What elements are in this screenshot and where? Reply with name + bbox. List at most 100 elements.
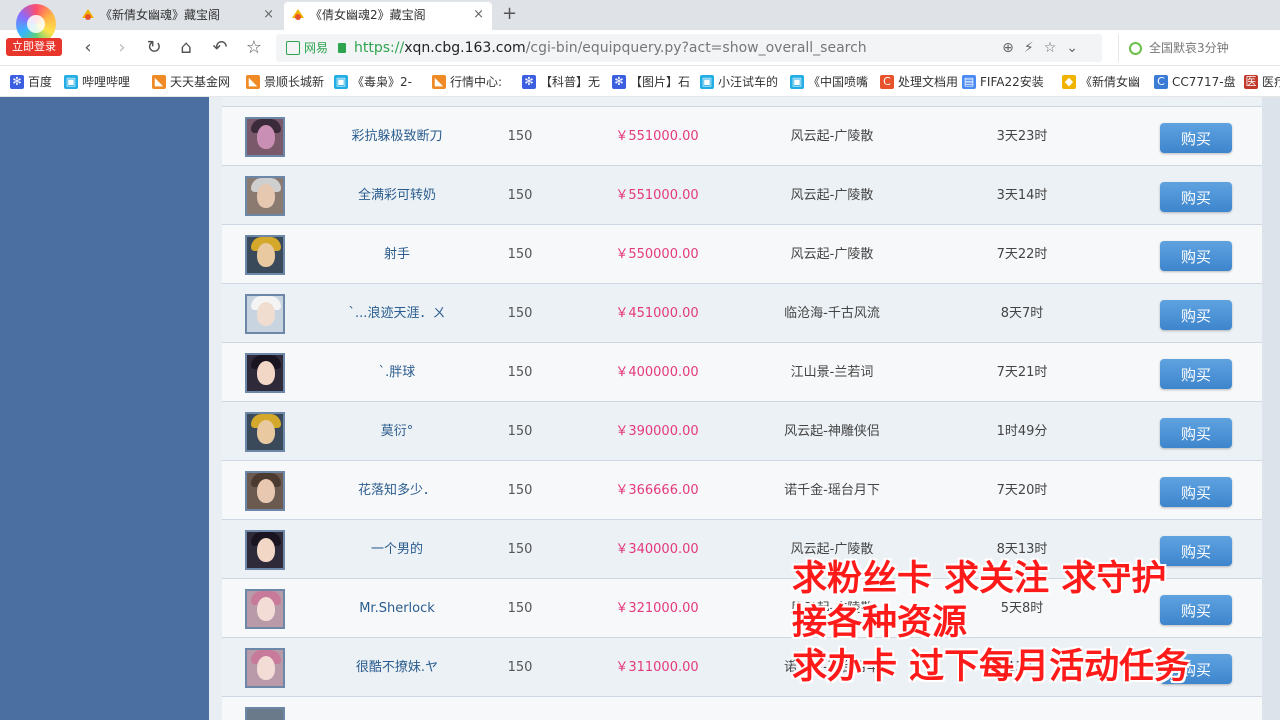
fund-icon: ◣ (246, 75, 260, 89)
server-name: 风云起-广陵散 (790, 129, 874, 144)
baidu-paw-icon: ✻ (10, 75, 24, 89)
overlay-line-1: 求粉丝卡 求关注 求守护 (792, 558, 1167, 599)
bookmark-label: 行情中心: (450, 75, 503, 89)
character-name[interactable]: 花落知多少． (322, 461, 472, 520)
bookmark-label: 哔哩哔哩 (82, 75, 131, 89)
table-row: `...浪迹天涯．ㄨ 150 ￥451000.00 临沧海-千古风流 8天7时 购买 (222, 284, 1262, 343)
url-actions: ⊕⚡☆⌄ (1002, 34, 1088, 62)
character-price: ￥451000.00 (615, 306, 699, 321)
undo-close-icon[interactable]: ↶ (208, 36, 232, 60)
buy-button[interactable]: 购买 (1160, 182, 1232, 212)
bookmark-star-icon[interactable]: ☆ (1044, 40, 1067, 56)
character-avatar[interactable] (245, 589, 285, 629)
bookmark-label: 景顺长城新 (264, 75, 325, 89)
buy-button[interactable]: 购买 (1160, 241, 1232, 271)
character-price: ￥321000.00 (615, 601, 699, 616)
character-avatar[interactable] (245, 176, 285, 216)
chevron-down-icon[interactable]: ⌄ (1066, 40, 1088, 56)
character-avatar[interactable] (245, 353, 285, 393)
bookmark-item[interactable]: ◣ 天天基金网 (152, 67, 231, 96)
bookmarks-bar: ✻ 百度 ▣ 哔哩哔哩 ◣ 天天基金网 ◣ 景顺长城新 ▣ 《毒枭》2- ◣ 行情中心: ✻ 【科普】无 ✻… (0, 67, 1280, 97)
new-tab-button[interactable]: + (502, 2, 517, 26)
bookmark-item[interactable]: C 处理文档用 (880, 67, 958, 96)
tab-xqn-cbg[interactable]: 《新倩女幽魂》藏宝阁 × (74, 2, 282, 30)
fund-icon: ◣ (432, 75, 446, 89)
bookmark-item[interactable]: ▣ 《毒枭》2- (334, 67, 412, 96)
bookmark-item[interactable]: ✻ 【科普】无 (522, 67, 601, 96)
time-remaining: 3天23时 (996, 129, 1048, 144)
character-name[interactable]: 全满彩可转奶 (322, 166, 472, 225)
c-icon: C (880, 75, 894, 89)
tab-close-icon[interactable]: × (473, 2, 484, 28)
avatar-face (257, 361, 275, 385)
buy-button[interactable]: 购买 (1160, 477, 1232, 507)
url-text[interactable]: https://xqn.cbg.163.com/cgi-bin/equipque… (354, 34, 867, 62)
character-name[interactable]: 彩抗躲极致断刀 (322, 107, 472, 166)
bookmark-label: 天天基金网 (170, 75, 231, 89)
bookmark-item[interactable]: ◣ 景顺长城新 (246, 67, 325, 96)
character-price: ￥400000.00 (615, 365, 699, 380)
url-bar[interactable]: 网易 https://xqn.cbg.163.com/cgi-bin/equip… (276, 34, 1102, 62)
character-name[interactable]: 射手 (322, 225, 472, 284)
character-avatar[interactable] (245, 471, 285, 511)
character-avatar[interactable] (245, 530, 285, 570)
bookmark-item[interactable]: ✻ 【图片】石 (612, 67, 690, 96)
table-row: `.胖球 150 ￥400000.00 江山景-兰若词 7天21时 购买 (222, 343, 1262, 402)
character-name[interactable]: `...浪迹天涯．ㄨ (322, 284, 472, 343)
bilibili-icon: ▣ (64, 75, 78, 89)
bookmark-item[interactable]: ▣ 《中国喷嘴 (790, 67, 868, 96)
bookmark-item[interactable]: ▤ FIFA22安装 (962, 67, 1044, 96)
character-avatar[interactable] (245, 235, 285, 275)
search-box[interactable]: 全国默哀3分钟 (1118, 34, 1280, 62)
character-level: 150 (507, 188, 533, 203)
back-icon[interactable]: ‹ (76, 36, 100, 60)
bookmark-item[interactable]: ▣ 小汪试车的 (700, 67, 779, 96)
tab-qn2-cbg[interactable]: 《倩女幽魂2》藏宝阁 × (284, 2, 492, 30)
table-row: 彩抗躲极致断刀 150 ￥551000.00 风云起-广陵散 3天23时 购买 (222, 107, 1262, 166)
character-price: ￥550000.00 (615, 247, 699, 262)
bookmark-label: 【科普】无 (540, 75, 601, 89)
lightning-icon[interactable]: ⚡ (1024, 40, 1044, 56)
character-avatar[interactable] (245, 707, 285, 720)
time-remaining: 7天20时 (996, 483, 1048, 498)
avatar-face (257, 656, 275, 680)
bookmark-item[interactable]: ◣ 行情中心: (432, 67, 503, 96)
home-icon[interactable]: ⌂ (174, 36, 198, 60)
buy-button[interactable]: 购买 (1160, 300, 1232, 330)
avatar-face (257, 597, 275, 621)
character-price: ￥551000.00 (615, 188, 699, 203)
buy-button[interactable]: 购买 (1160, 123, 1232, 153)
bookmark-item[interactable]: ▣ 哔哩哔哩 (64, 67, 131, 96)
forward-icon[interactable]: › (110, 36, 134, 60)
character-name[interactable]: 很酷不撩妹.ヤ (322, 638, 472, 697)
favorite-star-icon[interactable]: ☆ (242, 36, 266, 60)
character-name[interactable]: `.胖球 (322, 343, 472, 402)
character-avatar[interactable] (245, 117, 285, 157)
bookmark-label: CC7717-盘 (1172, 75, 1236, 89)
bookmark-item[interactable]: 医医疗 (1244, 67, 1280, 96)
character-price: ￥340000.00 (615, 542, 699, 557)
zoom-icon[interactable]: ⊕ (1002, 40, 1024, 56)
character-avatar[interactable] (245, 412, 285, 452)
buy-button[interactable]: 购买 (1160, 418, 1232, 448)
character-avatar[interactable] (245, 294, 285, 334)
login-badge[interactable]: 立即登录 (6, 38, 62, 56)
bookmark-label: FIFA22安装 (980, 75, 1044, 89)
buy-button[interactable]: 购买 (1160, 359, 1232, 389)
search-engine-icon (1129, 42, 1142, 55)
bookmark-label: 小汪试车的 (718, 75, 779, 89)
tab-close-icon[interactable]: × (263, 2, 274, 28)
server-name: 江山景-兰若词 (790, 365, 874, 380)
character-level: 150 (507, 365, 533, 380)
search-text: 全国默哀3分钟 (1149, 41, 1229, 55)
bookmark-item[interactable]: ◆ 《新倩女幽 (1062, 67, 1140, 96)
character-name[interactable]: 一个男的 (322, 520, 472, 579)
character-level: 150 (507, 424, 533, 439)
reload-icon[interactable]: ↻ (142, 36, 166, 60)
bookmark-item[interactable]: C CC7717-盘 (1154, 67, 1236, 96)
character-avatar[interactable] (245, 648, 285, 688)
table-row: 全满彩可转奶 150 ￥551000.00 风云起-广陵散 3天14时 购买 (222, 166, 1262, 225)
character-name[interactable]: 莫衍° (322, 402, 472, 461)
bookmark-item[interactable]: ✻ 百度 (10, 67, 52, 96)
character-name[interactable]: Mr.Sherlock (322, 579, 472, 638)
